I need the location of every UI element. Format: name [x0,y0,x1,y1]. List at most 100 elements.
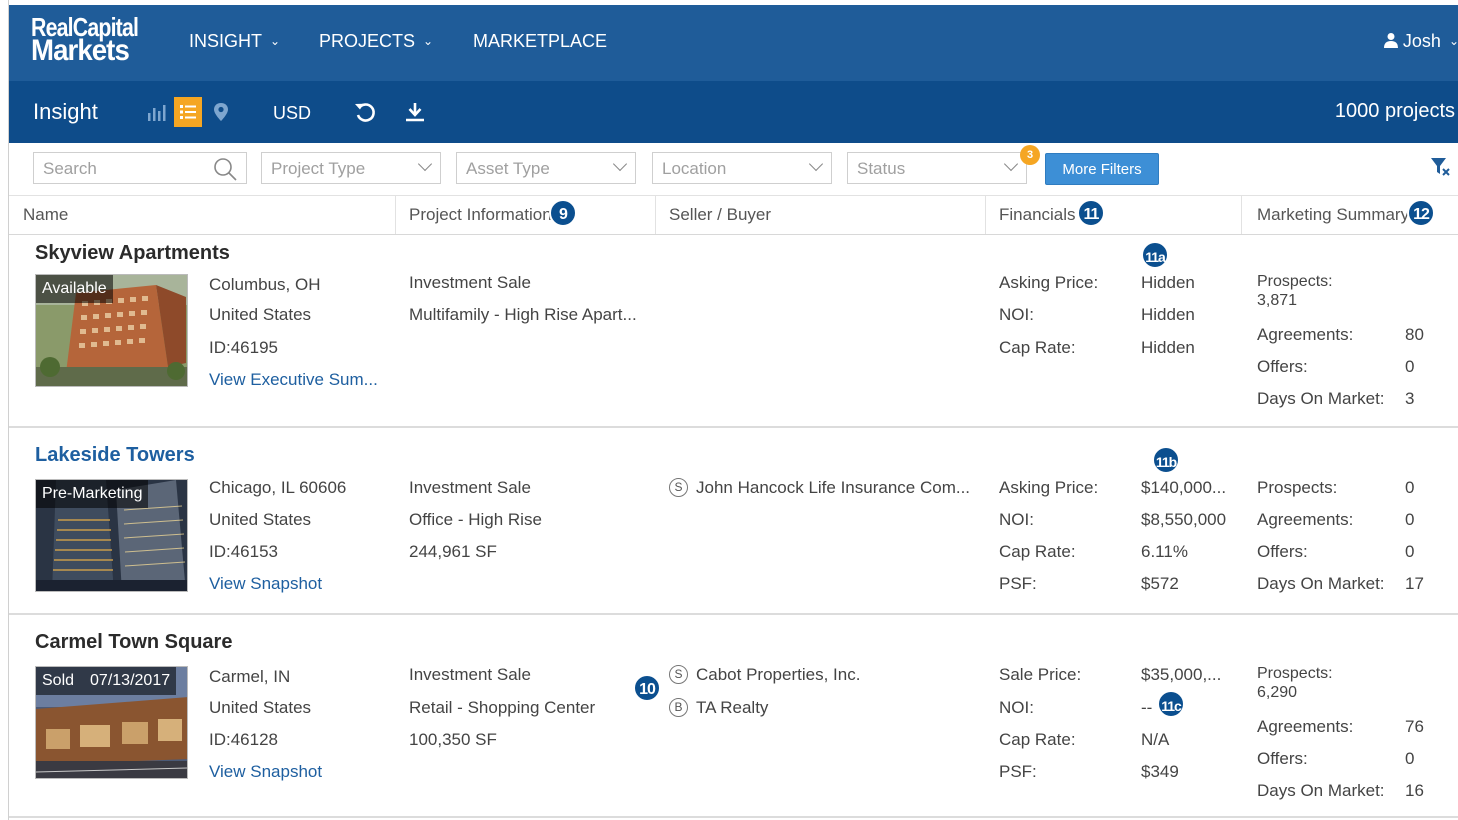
financial-label: Sale Price: [999,665,1082,684]
financial-label: Asking Price: [999,478,1099,497]
view-snapshot-link[interactable]: View Snapshot [209,762,322,782]
project-id: ID:46153 [209,542,278,561]
seller-name: John Hancock Life Insurance Com... [696,478,971,497]
property-type: Office - High Rise [409,510,542,529]
project-id: ID:46128 [209,730,278,749]
column-header-financials[interactable]: Financials [999,196,1076,234]
project-name[interactable]: Carmel Town Square [35,631,232,654]
chart-view-button[interactable] [143,97,171,127]
chevron-down-icon [612,156,628,172]
project-name[interactable]: Lakeside Towers [35,444,195,467]
table-row[interactable]: Skyview Apartments Available Columbus, O… [9,235,1458,428]
marketing-value: 17 [1405,574,1424,593]
project-city: Columbus, OH [209,275,321,294]
column-divider [395,196,396,234]
nav-projects[interactable]: PROJECTS ⌄ [319,31,433,52]
buyer[interactable]: B TA Realty [669,698,768,719]
marketing-label: Agreements: [1257,510,1354,529]
marketing-value: 3,871 [1257,292,1298,309]
marketing-value: 76 [1405,717,1424,736]
sale-type: Investment Sale [409,665,531,684]
location-select[interactable]: Location [652,152,832,184]
marketing-label: Offers: [1257,542,1308,561]
view-executive-summary-link[interactable]: View Executive Sum... [209,370,378,390]
marketing-value: 0 [1405,478,1415,497]
column-header-seller-buyer[interactable]: Seller / Buyer [669,196,771,234]
reset-button[interactable] [353,100,377,124]
project-thumbnail[interactable]: Pre-Marketing [35,479,188,592]
clear-filter-icon [1431,158,1450,176]
financial-value: $140,000... [1141,478,1227,497]
financial-value: Hidden [1141,273,1195,292]
project-country: United States [209,305,312,324]
status-badge: Sold 07/13/2017 [36,667,177,695]
column-header-name[interactable]: Name [23,196,68,234]
project-type-select[interactable]: Project Type [261,152,441,184]
marketing-label: Offers: [1257,357,1308,376]
financial-value: $8,550,000 [1141,510,1227,529]
sale-type: Investment Sale [409,478,531,497]
clear-filters-button[interactable] [1430,156,1452,183]
marketing-label: Offers: [1257,749,1308,768]
marketing-label: Prospects: [1257,478,1338,497]
status-badge: Available [36,275,113,303]
property-type: Multifamily - High Rise Apart... [409,305,637,324]
nav-insight[interactable]: INSIGHT ⌄ [189,31,280,52]
property-size: 244,961 SF [409,542,497,561]
chevron-down-icon: ⌄ [1448,34,1458,48]
marketing-value: 0 [1405,510,1415,529]
search-icon[interactable] [212,156,238,182]
download-button[interactable] [403,100,427,124]
financial-label: Cap Rate: [999,730,1076,749]
column-divider [985,196,986,234]
financial-value: $35,000,... [1141,665,1222,684]
more-filters-button[interactable]: More Filters [1045,153,1159,185]
marketing-label: Days On Market: [1257,574,1385,593]
project-country: United States [209,510,312,529]
project-city: Carmel, IN [209,667,291,686]
list-view-button[interactable] [174,97,202,127]
search-field[interactable] [33,152,247,184]
column-header-project-information[interactable]: Project Information [409,196,553,234]
table-header: Name Project Information Seller / Buyer … [9,195,1458,235]
marketing-value: 0 [1405,749,1415,768]
logo[interactable]: RealCapital Markets [31,14,162,66]
user-menu[interactable]: Josh ⌄ [1383,31,1458,52]
project-thumbnail[interactable]: Available [35,274,188,387]
project-city: Chicago, IL 60606 [209,478,347,497]
financial-value: -- [1141,698,1153,717]
map-view-button[interactable] [207,97,235,127]
table-row[interactable]: Carmel Town Square Sold 07/13/2017 Carmel… [9,615,1458,818]
project-id: ID:46195 [209,338,278,357]
callout-marker: 9 [549,199,577,227]
list-icon [180,105,196,119]
buyer-icon: B [669,698,688,717]
seller[interactable]: S John Hancock Life Insurance Com... [669,478,970,499]
search-input[interactable] [43,159,213,179]
currency-selector[interactable]: USD [273,103,311,124]
callout-marker: 12 [1407,199,1435,227]
view-snapshot-link[interactable]: View Snapshot [209,574,322,594]
user-name: Josh [1402,31,1441,51]
financial-value: N/A [1141,730,1170,749]
project-count: 1000 projects [1334,100,1455,122]
column-header-marketing-summary[interactable]: Marketing Summary [1257,196,1409,234]
marketing-label: Prospects: [1257,273,1333,290]
filter-bar: Project Type Asset Type Location Status [9,143,1458,195]
project-thumbnail[interactable]: Sold 07/13/2017 [35,666,188,779]
insight-toolbar: Insight USD 1000 projects [9,81,1458,143]
asset-type-select[interactable]: Asset Type [456,152,636,184]
nav-marketplace[interactable]: MARKETPLACE [473,31,607,52]
sale-type: Investment Sale [409,273,531,292]
seller-name: Cabot Properties, Inc. [696,665,861,684]
seller[interactable]: S Cabot Properties, Inc. [669,665,860,686]
marketing-value: 6,290 [1257,684,1298,701]
chevron-down-icon [1003,156,1019,172]
financial-label: NOI: [999,698,1034,717]
table-row[interactable]: Lakeside Towers Pre-Marketing Chicago, I… [9,428,1458,615]
map-pin-icon [214,103,228,121]
status-select[interactable]: Status [847,152,1027,184]
project-name[interactable]: Skyview Apartments [35,242,230,265]
column-divider [655,196,656,234]
marketing-label: Agreements: [1257,717,1354,736]
